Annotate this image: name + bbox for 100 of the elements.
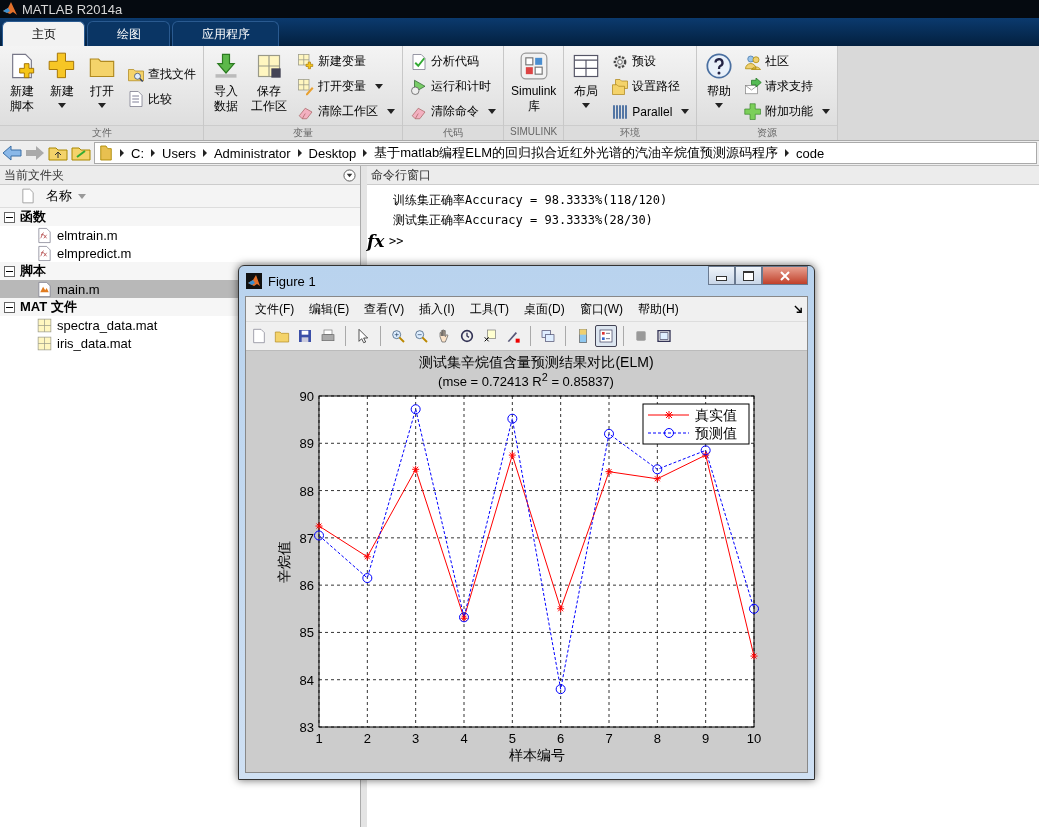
file-item[interactable]: spectra_data.mat (0, 316, 360, 334)
back-arrow-icon[interactable] (2, 145, 22, 161)
simulink-library-icon (519, 52, 548, 80)
command-prompt[interactable]: >> (389, 234, 404, 248)
new-document-icon (251, 328, 267, 344)
toolstrip-button[interactable]: 布局 (567, 48, 606, 125)
folder-icon (99, 144, 113, 162)
circle-marker (652, 464, 663, 475)
menu-item[interactable]: 窗口(W) (574, 300, 633, 318)
toolstrip-button[interactable]: 设置路径 (609, 74, 692, 99)
file-item[interactable]: iris_data.mat (0, 334, 360, 352)
ribbon-tab[interactable]: 主页 (2, 21, 85, 46)
bars-icon (611, 102, 630, 121)
document-icon (22, 188, 34, 204)
function-browser-button[interactable]: fx (367, 231, 385, 251)
toolstrip-button[interactable]: Simulink 库 (507, 48, 561, 125)
toolstrip-button[interactable]: 预设 (609, 49, 692, 74)
menu-item[interactable]: 工具(T) (464, 300, 519, 318)
folder-up-icon[interactable] (48, 145, 68, 161)
panel-menu-icon[interactable] (343, 168, 356, 182)
toolbar-button[interactable] (595, 325, 617, 347)
square-icon (633, 328, 649, 344)
legend-label: 真实值 (695, 407, 737, 423)
data-cursor-icon (482, 328, 498, 344)
forward-arrow-icon[interactable] (25, 145, 45, 161)
asterisk-marker (605, 467, 613, 476)
path-segment[interactable]: Users (162, 145, 196, 161)
ribbon-tab[interactable]: 应用程序 (172, 21, 279, 46)
circle-marker (604, 428, 614, 439)
section-label: 代码 (403, 125, 503, 140)
menu-item[interactable]: 查看(V) (359, 300, 415, 318)
asterisk-marker (701, 451, 710, 460)
group-label: MAT 文件 (20, 298, 77, 316)
menu-item[interactable]: 插入(I) (414, 300, 465, 318)
toolstrip-button[interactable]: 打开 (83, 48, 121, 125)
toolstrip-button[interactable]: 帮助 (700, 48, 739, 125)
file-item[interactable]: elmtrain.m (0, 226, 360, 244)
toolstrip-button[interactable]: 运行和计时 (408, 74, 498, 99)
toolstrip-button[interactable]: 新建 (43, 48, 81, 125)
asterisk-marker (556, 604, 565, 613)
hand-icon (436, 328, 452, 344)
toolstrip-button[interactable]: Parallel (609, 99, 692, 124)
separator-arrow-icon (363, 149, 368, 157)
close-icon (780, 270, 790, 281)
x-tick-label: 4 (460, 731, 468, 746)
circle-marker (555, 684, 566, 695)
menu-item[interactable]: 文件(F) (250, 300, 305, 318)
separator-arrow-icon (151, 149, 155, 157)
path-segment[interactable]: 基于matlab编程ELM的回归拟合近红外光谱的汽油辛烷值预测源码程序 (374, 144, 778, 162)
path-segment[interactable]: C: (131, 145, 144, 161)
printer-icon (320, 328, 336, 344)
asterisk-marker (508, 451, 517, 460)
minimize-button[interactable] (708, 266, 735, 285)
folder-browse-icon[interactable] (71, 145, 91, 161)
y-tick-label: 84 (299, 672, 314, 688)
maximize-button[interactable] (735, 266, 762, 285)
toolstrip-button[interactable]: 保存 工作区 (247, 48, 291, 125)
collapse-toggle-icon[interactable] (4, 301, 15, 313)
toolstrip-button[interactable]: 打开变量 (295, 74, 397, 99)
asterisk-marker (315, 522, 323, 531)
separator-arrow-icon (120, 149, 124, 157)
toolstrip-button[interactable]: 导入 数据 (207, 48, 245, 125)
sort-caret-icon[interactable] (78, 193, 86, 199)
circle-marker (314, 530, 324, 541)
column-header[interactable]: 名称 (46, 187, 72, 205)
menu-item[interactable]: 编辑(E) (304, 300, 360, 318)
path-segment[interactable]: Desktop (308, 145, 357, 161)
toolstrip-button[interactable]: 附加功能 (742, 99, 833, 124)
toolstrip-button[interactable]: 查找文件 (125, 62, 198, 86)
path-segment[interactable]: Administrator (213, 145, 291, 161)
y-tick-label: 85 (299, 625, 314, 641)
toolstrip-button[interactable]: 分析代码 (408, 49, 498, 74)
path-field[interactable]: C: Users Administrator Desktop 基于matlab编程ELM的回归拟合近红外光谱的汽油辛烷值预测源码程序 code (94, 142, 1037, 164)
close-button[interactable] (762, 266, 808, 285)
toolstrip-button[interactable]: 请求支持 (742, 74, 833, 99)
toolstrip-button[interactable]: 比较 (125, 87, 198, 111)
envelope-arrow-icon (744, 77, 763, 96)
collapse-toggle-icon[interactable] (4, 211, 15, 223)
toolstrip-button[interactable]: 新建 脚本 (3, 48, 41, 125)
compare-documents-icon (127, 90, 145, 108)
toolstrip-button[interactable]: 清除命令 (408, 99, 498, 124)
folders-icon (611, 77, 630, 96)
save-icon (297, 328, 313, 344)
menu-item[interactable]: 帮助(H) (633, 300, 689, 318)
toolstrip-button[interactable]: 清除工作区 (295, 99, 397, 124)
matlab-logo-icon (2, 1, 18, 17)
path-segment[interactable]: code (796, 145, 825, 161)
separator-arrow-icon (785, 149, 789, 157)
toolstrip-button[interactable]: 社区 (742, 49, 833, 74)
dock-arrow-icon[interactable] (794, 304, 803, 314)
matlab-logo-icon (246, 273, 262, 289)
menu-item[interactable]: 桌面(D) (519, 300, 575, 318)
toolstrip-button[interactable]: 新建变量 (295, 49, 397, 74)
open-variable-icon (297, 77, 315, 96)
ribbon-tab[interactable]: 绘图 (87, 21, 170, 46)
x-axis-label: 样本编号 (508, 747, 565, 763)
section-label: 环境 (564, 125, 697, 140)
run-timer-icon (410, 77, 428, 96)
file-item[interactable]: elmpredict.m (0, 244, 360, 262)
collapse-toggle-icon[interactable] (4, 265, 15, 277)
